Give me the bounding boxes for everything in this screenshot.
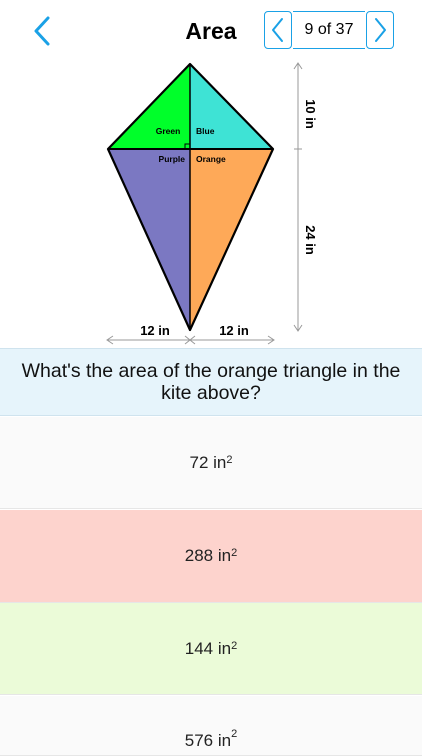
chevron-left-icon bbox=[272, 18, 283, 42]
green-label: Green bbox=[156, 126, 181, 136]
question-text: What's the area of the orange triangle i… bbox=[0, 348, 422, 416]
top-height-label: 10 in bbox=[303, 99, 318, 129]
orange-label: Orange bbox=[196, 154, 226, 164]
answer-value: 72 in bbox=[189, 452, 227, 472]
bottom-height-label: 24 in bbox=[303, 225, 318, 255]
next-question-button[interactable] bbox=[366, 11, 394, 49]
question-counter: 9 of 37 bbox=[293, 11, 365, 49]
answer-option-correct[interactable]: 144 in 2 bbox=[0, 603, 422, 695]
blue-label: Blue bbox=[196, 126, 215, 136]
kite-diagram: Green Blue Purple Orange 10 in 24 in 12 … bbox=[106, 62, 318, 345]
answer-value: 144 in bbox=[184, 638, 232, 658]
answer-option[interactable]: 576 in 2 bbox=[0, 696, 422, 756]
chevron-right-icon bbox=[375, 18, 386, 42]
answer-option-incorrect[interactable]: 288 in 2 bbox=[0, 510, 422, 603]
answer-exponent: 2 bbox=[231, 547, 238, 559]
answer-value: 576 in bbox=[184, 731, 232, 750]
answer-exponent: 2 bbox=[231, 728, 238, 740]
right-width-label: 12 in bbox=[219, 323, 249, 338]
nav-header: Area 9 of 37 bbox=[0, 0, 422, 60]
answer-exponent: 2 bbox=[231, 639, 238, 652]
answer-value: 288 in bbox=[184, 546, 232, 565]
answer-exponent: 2 bbox=[226, 453, 233, 466]
left-width-label: 12 in bbox=[140, 323, 170, 338]
question-pager: 9 of 37 bbox=[264, 11, 394, 49]
answer-option[interactable]: 72 in 2 bbox=[0, 417, 422, 509]
purple-label: Purple bbox=[159, 154, 186, 164]
previous-question-button[interactable] bbox=[264, 11, 292, 49]
